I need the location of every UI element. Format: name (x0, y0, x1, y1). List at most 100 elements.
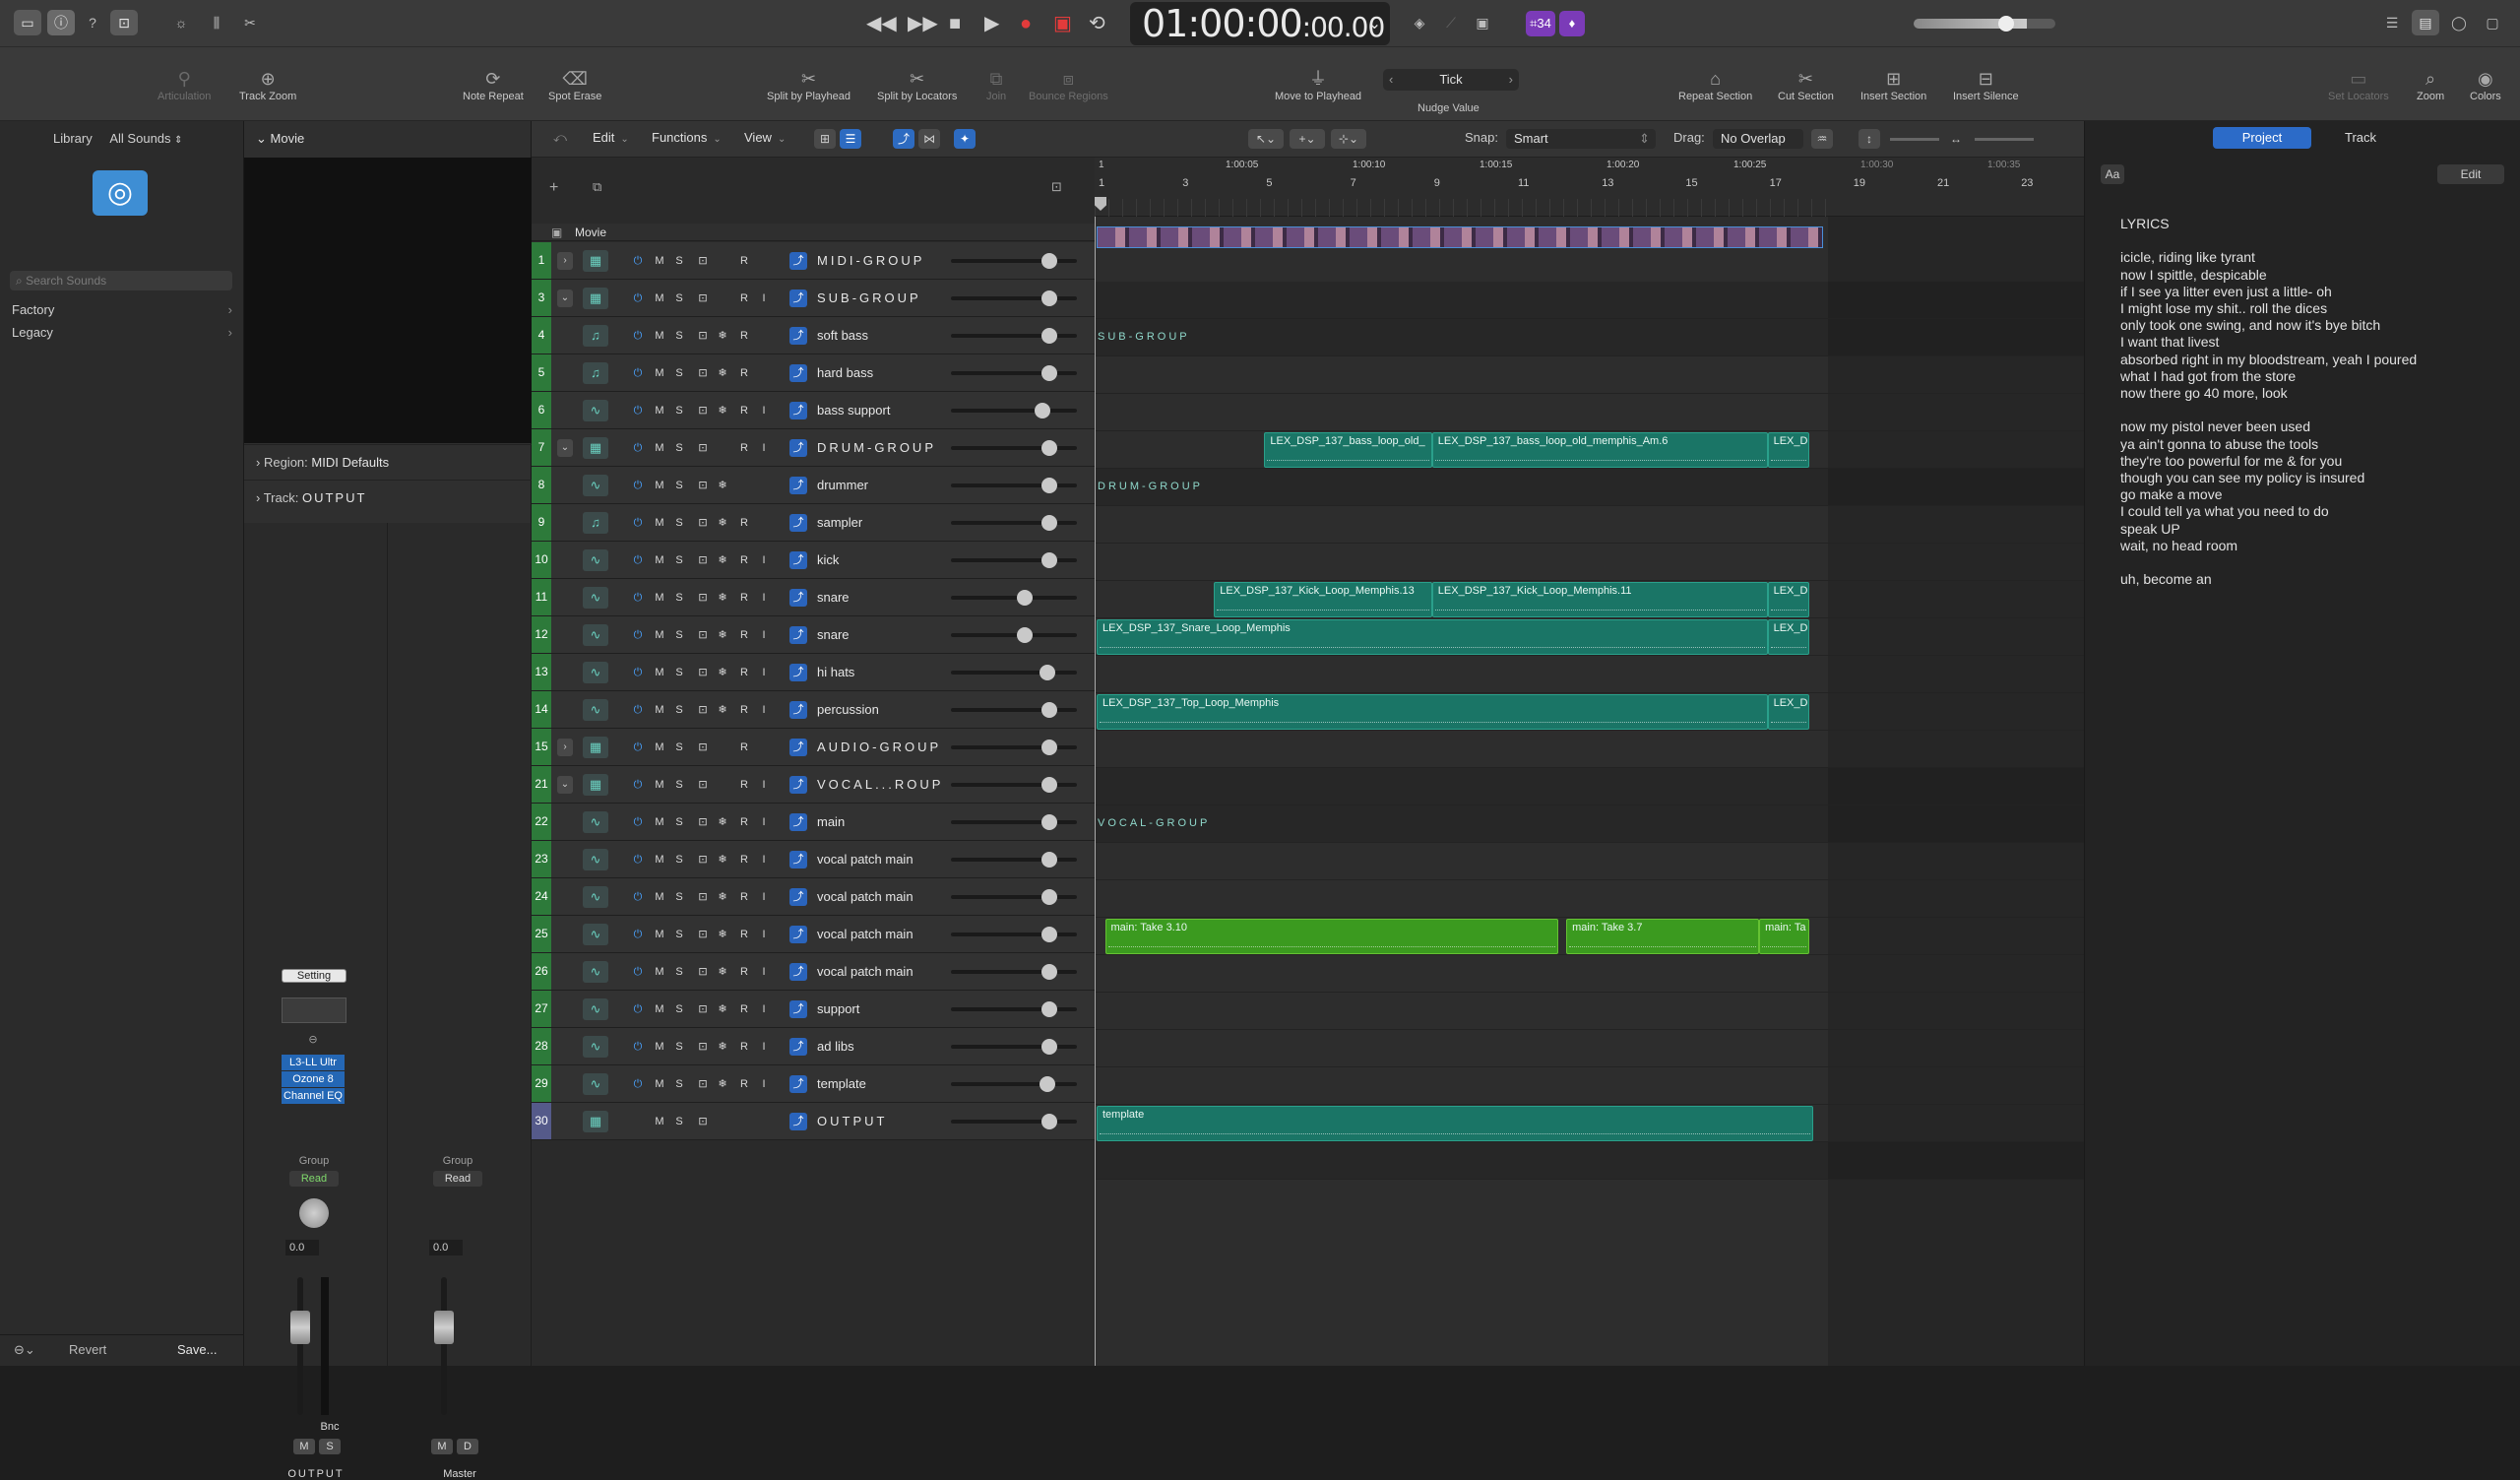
track-instrument-icon[interactable]: ∿ (583, 849, 608, 870)
grid-view-icon[interactable]: ⊞ (814, 129, 836, 149)
library-filter[interactable]: All Sounds (109, 131, 170, 146)
mute-button[interactable]: M (652, 627, 667, 643)
tool-note-repeat[interactable]: ⟳ Note Repeat (463, 67, 524, 102)
track-row[interactable]: 13 ∿ ⏻ M S ⊡ ❄ R I ⤴ hi hats (532, 654, 1095, 691)
track-name[interactable]: percussion (817, 691, 879, 728)
track-row[interactable]: 3 ⌄ ▦ ⏻ M S ⊡ R I ⤴ SUB-GROUP (532, 280, 1095, 317)
waveform-zoom-icon[interactable]: ♒ (1811, 129, 1833, 149)
automation-icon[interactable]: ⤴ (789, 589, 807, 607)
mute-button[interactable]: M (652, 1076, 667, 1092)
track-volume-knob[interactable] (1040, 665, 1055, 680)
count-in-icon[interactable]: ▣ (1469, 10, 1496, 35)
track-volume-knob[interactable] (1035, 403, 1050, 418)
track-volume-slider[interactable] (951, 777, 1077, 793)
power-icon[interactable]: ⏻ (630, 627, 646, 643)
track-row[interactable]: 23 ∿ ⏻ M S ⊡ ❄ R I ⤴ vocal patch main (532, 841, 1095, 878)
solo-button[interactable]: S (671, 1076, 687, 1092)
track-name[interactable]: hard bass (817, 354, 873, 391)
solo-button[interactable]: S (671, 365, 687, 381)
track-instrument-icon[interactable]: ▦ (583, 437, 608, 459)
mute-button[interactable]: M (652, 552, 667, 568)
track-row[interactable]: 5 ♫ ⏻ M S ⊡ ❄ R ⤴ hard bass (532, 354, 1095, 392)
mute-button[interactable]: M (652, 440, 667, 456)
volume-fader-cap[interactable] (434, 1311, 454, 1344)
track-volume-knob[interactable] (1041, 478, 1057, 493)
power-icon[interactable]: ⏻ (630, 552, 646, 568)
track-row[interactable]: 21 ⌄ ▦ ⏻ M S ⊡ R I ⤴ VOCAL...ROUP (532, 766, 1095, 804)
track-lane[interactable] (1095, 356, 2084, 394)
tool-bounce-regions[interactable]: ⧈ Bounce Regions (1029, 67, 1108, 102)
track-volume-knob[interactable] (1041, 814, 1057, 830)
plugin-slot[interactable]: L3-LL Ultr (282, 1055, 345, 1070)
track-volume-slider[interactable] (951, 927, 1077, 942)
ruler[interactable]: 1 3 5 7 9 11 13 15 17 19 21 23 1 1:00:05 1:00:10 1:00:1… (1095, 158, 2147, 217)
tool-repeat-section[interactable]: ⌂ Repeat Section (1678, 67, 1752, 102)
quick-help-icon[interactable]: ? (79, 10, 106, 35)
track-volume-slider[interactable] (951, 964, 1077, 980)
record-enable-button[interactable]: R (736, 328, 752, 344)
mute-button[interactable]: M (652, 740, 667, 755)
freeze-icon[interactable]: ❄ (715, 590, 730, 606)
power-icon[interactable]: ⏻ (630, 440, 646, 456)
record-enable-button[interactable]: R (736, 665, 752, 680)
mute-button[interactable]: M (293, 1439, 315, 1454)
lock-icon[interactable]: ⊡ (695, 852, 711, 868)
mute-button[interactable]: M (652, 328, 667, 344)
solo-button[interactable]: S (671, 777, 687, 793)
volume-fader-track[interactable] (297, 1277, 303, 1415)
font-button[interactable]: Aa (2101, 164, 2124, 184)
mute-button[interactable]: M (652, 1114, 667, 1129)
solo-button[interactable]: S (671, 814, 687, 830)
track-volume-knob[interactable] (1041, 440, 1057, 456)
track-row[interactable]: 10 ∿ ⏻ M S ⊡ ❄ R I ⤴ kick (532, 542, 1095, 579)
master-volume-knob[interactable] (1998, 16, 2014, 32)
link-icon[interactable]: ⊖ (303, 1033, 323, 1046)
track-name[interactable]: kick (817, 542, 839, 578)
track-instrument-icon[interactable]: ▦ (583, 737, 608, 758)
cmd-tool-icon[interactable]: ⊹⌄ (1331, 129, 1366, 149)
revert-button[interactable]: Revert (69, 1342, 106, 1357)
input-monitor-button[interactable]: I (756, 403, 772, 418)
input-monitor-button[interactable]: I (756, 777, 772, 793)
flex-icon[interactable]: ⋈ (918, 129, 940, 149)
solo-button[interactable]: S (671, 852, 687, 868)
edit-button[interactable]: Edit (2437, 164, 2504, 184)
record-enable-button[interactable]: R (736, 740, 752, 755)
library-item-legacy[interactable]: Legacy › (12, 325, 236, 340)
record-enable-button[interactable]: R (736, 253, 752, 269)
power-icon[interactable]: ⏻ (630, 777, 646, 793)
lock-icon[interactable]: ⊡ (695, 365, 711, 381)
track-name[interactable]: sampler (817, 504, 862, 541)
track-instrument-icon[interactable]: ∿ (583, 400, 608, 421)
track-instrument-icon[interactable]: ∿ (583, 961, 608, 983)
power-icon[interactable]: ⏻ (630, 740, 646, 755)
track-volume-slider[interactable] (951, 440, 1077, 456)
smart-tempo-icon[interactable]: ♦ (1559, 11, 1585, 36)
freeze-icon[interactable]: ❄ (715, 852, 730, 868)
track-instrument-icon[interactable]: ∿ (583, 998, 608, 1020)
freeze-icon[interactable]: ❄ (715, 552, 730, 568)
track-name[interactable]: vocal patch main (817, 841, 914, 877)
record-enable-button[interactable]: R (736, 889, 752, 905)
track-volume-knob[interactable] (1040, 1076, 1055, 1092)
action-menu-icon[interactable]: ⊖⌄ (14, 1342, 35, 1358)
record-enable-button[interactable]: R (736, 365, 752, 381)
region[interactable]: main: Take 3.7 (1566, 919, 1760, 954)
track-name[interactable]: template (817, 1065, 866, 1102)
horizontal-zoom-icon[interactable]: ↔ (1945, 129, 1967, 149)
record-enable-button[interactable]: R (736, 814, 752, 830)
solo-button[interactable]: S (671, 889, 687, 905)
track-row[interactable]: 26 ∿ ⏻ M S ⊡ ❄ R I ⤴ vocal patch main (532, 953, 1095, 991)
back-icon[interactable]: ⤺ (553, 130, 567, 146)
track-volume-slider[interactable] (951, 290, 1077, 306)
power-icon[interactable]: ⏻ (630, 702, 646, 718)
solo-button[interactable]: S (671, 440, 687, 456)
chevron-right-icon[interactable]: › (1509, 69, 1513, 91)
solo-button[interactable]: S (671, 1114, 687, 1129)
power-icon[interactable]: ⏻ (630, 253, 646, 269)
track-name[interactable]: soft bass (817, 317, 868, 354)
track-row[interactable]: 11 ∿ ⏻ M S ⊡ ❄ R I ⤴ snare (532, 579, 1095, 616)
lock-icon[interactable]: ⊡ (695, 814, 711, 830)
region[interactable]: LEX_D (1767, 619, 1810, 655)
input-monitor-button[interactable]: I (756, 440, 772, 456)
